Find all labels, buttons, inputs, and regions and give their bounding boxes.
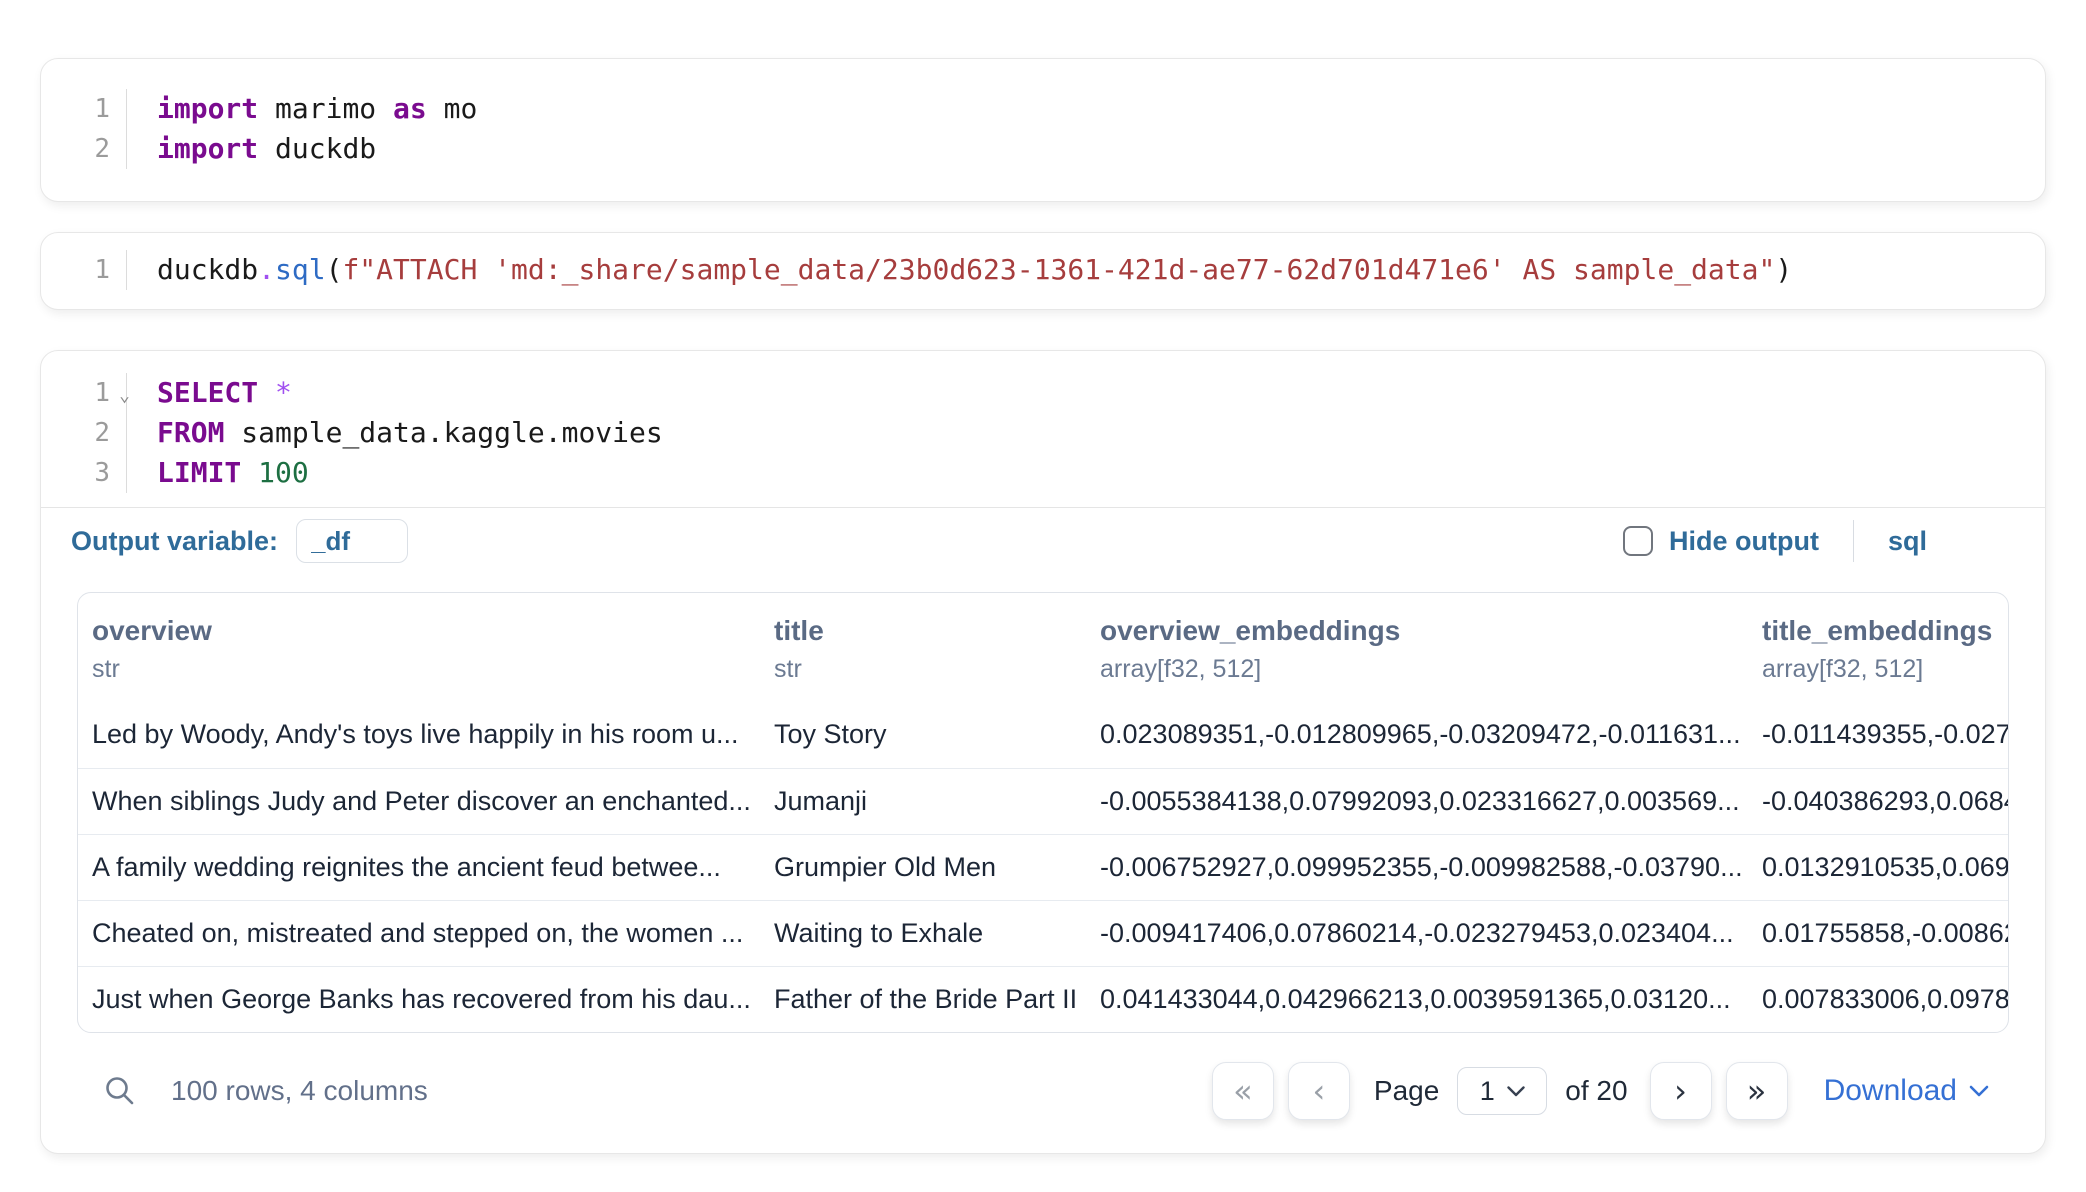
- table-header: overview str title str overview_embeddingsar…: [78, 593, 2008, 702]
- table-cell: -0.006752927,0.099952355,-0.009982588,-0…: [1086, 834, 1748, 900]
- column-type: array[f32, 512]: [1762, 655, 2002, 684]
- chevrons-left-icon: «: [1233, 1075, 1253, 1107]
- code-cell-attach[interactable]: 1duckdb.sql(f"ATTACH 'md:_share/sample_d…: [40, 232, 2046, 310]
- table-cell: Cheated on, mistreated and stepped on, t…: [78, 900, 760, 966]
- table-cell: Father of the Bride Part II: [760, 966, 1086, 1032]
- code-line[interactable]: import marimo as mo: [127, 89, 477, 129]
- table-cell: -0.0055384138,0.07992093,0.023316627,0.0…: [1086, 768, 1748, 834]
- last-page-button[interactable]: »: [1726, 1062, 1788, 1120]
- code-cell-imports[interactable]: 1import marimo as mo2import duckdb: [40, 58, 2046, 202]
- hide-output-checkbox[interactable]: [1623, 526, 1653, 556]
- chevron-down-icon: [1969, 1085, 1989, 1097]
- table-row: Led by Woody, Andy's toys live happily i…: [78, 702, 2008, 768]
- output-variable-input[interactable]: [296, 519, 408, 563]
- output-variable-label: Output variable:: [71, 526, 278, 557]
- chevron-right-icon: ›: [1674, 1075, 1687, 1107]
- table-cell: A family wedding reignites the ancient f…: [78, 834, 760, 900]
- code-line[interactable]: SELECT *: [127, 373, 292, 413]
- table-cell: -0.009417406,0.07860214,-0.023279453,0.0…: [1086, 900, 1748, 966]
- sql-editor[interactable]: 1⌄SELECT *2FROM sample_data.kaggle.movie…: [41, 373, 2045, 493]
- column-header-title[interactable]: title str: [760, 593, 1086, 702]
- table-cell: -0.011439355,-0.02752: [1748, 702, 2008, 768]
- page-select[interactable]: 1: [1457, 1067, 1547, 1115]
- table-cell: 0.0132910535,0.06958: [1748, 834, 2008, 900]
- column-name: overview: [92, 615, 754, 647]
- table-cell: Grumpier Old Men: [760, 834, 1086, 900]
- column-name: overview_embeddings: [1100, 615, 1742, 647]
- column-header-overview[interactable]: overview str: [78, 593, 760, 702]
- output-variable-bar: Output variable: Hide output sql: [41, 508, 2045, 574]
- table-cell: Toy Story: [760, 702, 1086, 768]
- hide-output-label: Hide output: [1669, 526, 1819, 557]
- table-cell: 0.01755858,-0.0086286: [1748, 900, 2008, 966]
- code-line[interactable]: FROM sample_data.kaggle.movies: [127, 413, 663, 453]
- table-cell: 0.023089351,-0.012809965,-0.03209472,-0.…: [1086, 702, 1748, 768]
- column-name: title: [774, 615, 1080, 647]
- column-name: title_embeddings: [1762, 615, 2002, 647]
- first-page-button[interactable]: «: [1212, 1062, 1274, 1120]
- column-type: str: [92, 655, 754, 684]
- divider: [1853, 520, 1854, 562]
- table-cell: -0.040386293,0.06845: [1748, 768, 2008, 834]
- search-button[interactable]: [103, 1074, 137, 1108]
- download-button[interactable]: Download: [1824, 1074, 1989, 1108]
- table-cell: 0.007833006,0.097801: [1748, 966, 2008, 1032]
- code-editor[interactable]: 1import marimo as mo2import duckdb: [41, 89, 2045, 169]
- line-number: 2: [41, 413, 127, 453]
- code-editor[interactable]: 1duckdb.sql(f"ATTACH 'md:_share/sample_d…: [41, 250, 2045, 290]
- code-line[interactable]: duckdb.sql(f"ATTACH 'md:_share/sample_da…: [127, 250, 1792, 290]
- table-row: When siblings Judy and Peter discover an…: [78, 768, 2008, 834]
- table-cell: 0.041433044,0.042966213,0.0039591365,0.0…: [1086, 966, 1748, 1032]
- table-cell: Just when George Banks has recovered fro…: [78, 966, 760, 1032]
- next-page-button[interactable]: ›: [1650, 1062, 1712, 1120]
- fold-chevron-icon[interactable]: ⌄: [119, 376, 130, 416]
- table-row: A family wedding reignites the ancient f…: [78, 834, 2008, 900]
- sql-cell: 1⌄SELECT *2FROM sample_data.kaggle.movie…: [40, 350, 2046, 1154]
- download-label: Download: [1824, 1074, 1957, 1108]
- table-cell: Waiting to Exhale: [760, 900, 1086, 966]
- table-cell: Led by Woody, Andy's toys live happily i…: [78, 702, 760, 768]
- language-toggle-sql[interactable]: sql: [1888, 526, 1927, 557]
- result-table: overview str title str overview_embeddingsar…: [77, 592, 2009, 1033]
- chevrons-right-icon: »: [1747, 1075, 1767, 1107]
- line-number: 1⌄: [41, 373, 127, 413]
- page-label: Page: [1374, 1075, 1439, 1107]
- chevron-left-icon: ‹: [1312, 1075, 1325, 1107]
- table-cell: Jumanji: [760, 768, 1086, 834]
- table-footer: 100 rows, 4 columns « ‹ Page 1 of 20 › »…: [77, 1059, 2009, 1123]
- code-line[interactable]: import duckdb: [127, 129, 376, 169]
- line-number: 3: [41, 453, 127, 493]
- table-body: Led by Woody, Andy's toys live happily i…: [78, 702, 2008, 1032]
- search-icon: [103, 1074, 137, 1108]
- row-count-status: 100 rows, 4 columns: [171, 1075, 428, 1107]
- column-type: str: [774, 655, 1080, 684]
- line-number: 1: [41, 250, 127, 290]
- column-type: array[f32, 512]: [1100, 655, 1742, 684]
- page-select-value: 1: [1480, 1076, 1495, 1107]
- page-total-label: of 20: [1565, 1075, 1627, 1107]
- table-row: Cheated on, mistreated and stepped on, t…: [78, 900, 2008, 966]
- table-cell: When siblings Judy and Peter discover an…: [78, 768, 760, 834]
- chevron-down-icon: [1507, 1086, 1525, 1097]
- code-line[interactable]: LIMIT 100: [127, 453, 309, 493]
- column-header-overview_embeddings[interactable]: overview_embeddings array[f32, 512]: [1086, 593, 1748, 702]
- table-row: Just when George Banks has recovered fro…: [78, 966, 2008, 1032]
- line-number: 1: [41, 89, 127, 129]
- column-header-title_embeddings[interactable]: title_embeddings array[f32, 512]: [1748, 593, 2008, 702]
- line-number: 2: [41, 129, 127, 169]
- previous-page-button[interactable]: ‹: [1288, 1062, 1350, 1120]
